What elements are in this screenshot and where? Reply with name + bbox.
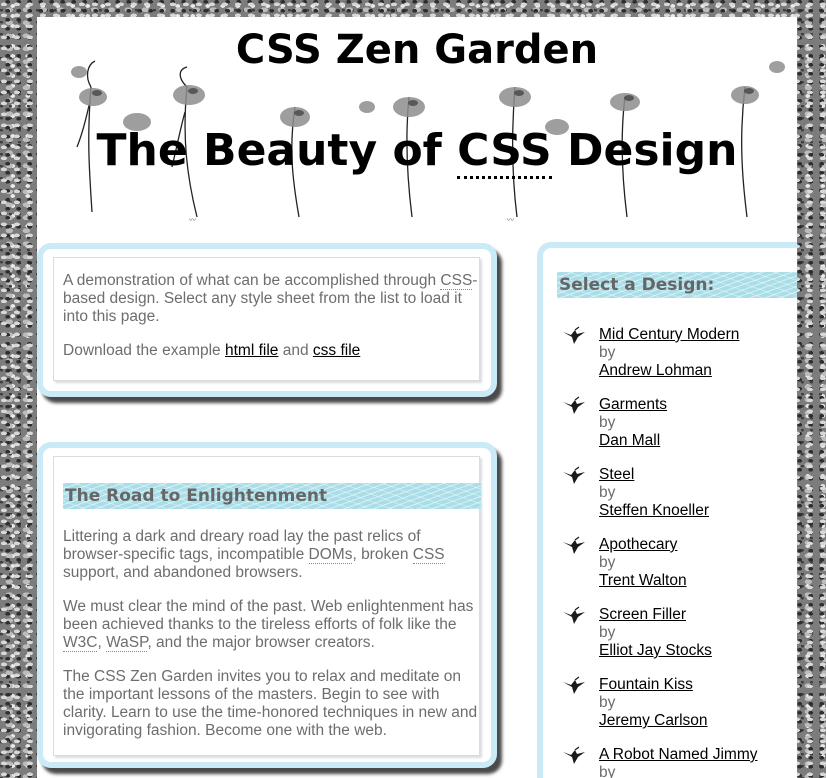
tagline-abbr: CSS xyxy=(457,125,552,179)
intro-panel: A demonstration of what can be accomplis… xyxy=(37,243,497,397)
designer-link[interactable]: Trent Walton xyxy=(599,572,687,589)
design-item: Garments by Dan Mall xyxy=(561,396,758,466)
design-item: Mid Century Modern by Andrew Lohman xyxy=(561,326,758,396)
road-p2-a: We must clear the mind of the past. Web … xyxy=(63,598,474,633)
by-label: by xyxy=(599,764,616,778)
page-header: 〰 〰 CSS Zen Garden The Beauty of CSS Des… xyxy=(37,17,797,229)
by-label: by xyxy=(599,624,616,641)
by-label: by xyxy=(599,414,616,431)
bird-icon xyxy=(563,676,585,694)
bird-icon xyxy=(563,466,585,484)
design-name-link[interactable]: Garments xyxy=(599,396,667,413)
intro-abbr: CSS xyxy=(440,272,473,290)
designer-link[interactable]: Dan Mall xyxy=(599,432,660,449)
road-heading: The Road to Enlightenment xyxy=(63,483,481,509)
bird-icon xyxy=(563,396,585,414)
bird-icon xyxy=(563,606,585,624)
svg-text:〰: 〰 xyxy=(507,216,514,224)
designer-link[interactable]: Andrew Lohman xyxy=(599,362,712,379)
tagline-prefix: The Beauty of xyxy=(96,125,458,176)
road-paragraph-3: The CSS Zen Garden invites you to relax … xyxy=(63,668,478,739)
intro-inner: A demonstration of what can be accomplis… xyxy=(53,257,480,381)
design-list: Mid Century Modern by Andrew Lohman Garment… xyxy=(561,326,758,778)
road-panel: The Road to Enlightenment Littering a da… xyxy=(37,442,497,768)
design-name-link[interactable]: Screen Filler xyxy=(599,606,686,623)
designer-link[interactable]: Steffen Knoeller xyxy=(599,502,709,519)
design-name-link[interactable]: Apothecary xyxy=(599,536,677,553)
designer-link[interactable]: Jeremy Carlson xyxy=(599,712,708,729)
intro-paragraph: A demonstration of what can be accomplis… xyxy=(63,272,483,326)
tagline-suffix: Design xyxy=(551,125,738,176)
download-middle: and xyxy=(278,342,313,359)
road-abbr-css: CSS xyxy=(412,546,445,564)
by-label: by xyxy=(599,694,616,711)
road-p1-b: , broken xyxy=(352,546,413,563)
design-item: Screen Filler by Elliot Jay Stocks xyxy=(561,606,758,676)
road-abbr-w3c: W3C xyxy=(63,634,98,652)
design-name-link[interactable]: Fountain Kiss xyxy=(599,676,693,693)
bird-icon xyxy=(563,746,585,764)
svg-text:〰: 〰 xyxy=(189,216,196,224)
design-item: Apothecary by Trent Walton xyxy=(561,536,758,606)
design-item: Fountain Kiss by Jeremy Carlson xyxy=(561,676,758,746)
page: 〰 〰 CSS Zen Garden The Beauty of CSS Des… xyxy=(37,17,797,778)
bird-icon xyxy=(563,326,585,344)
html-file-link[interactable]: html file xyxy=(225,342,278,359)
sidebar-heading: Select a Design: xyxy=(557,272,797,298)
design-item: A Robot Named Jimmy by xyxy=(561,746,758,778)
design-name-link[interactable]: Mid Century Modern xyxy=(599,326,739,343)
download-paragraph: Download the example html file and css f… xyxy=(63,342,483,360)
intro-text-a: A demonstration of what can be accomplis… xyxy=(63,272,437,289)
design-name-link[interactable]: Steel xyxy=(599,466,634,483)
road-p1-c: support, and abandoned browsers. xyxy=(63,564,303,581)
site-tagline: The Beauty of CSS Design xyxy=(37,125,797,179)
design-item: Steel by Steffen Knoeller xyxy=(561,466,758,536)
by-label: by xyxy=(599,484,616,501)
road-paragraph-2: We must clear the mind of the past. Web … xyxy=(63,598,483,652)
download-prefix: Download the example xyxy=(63,342,225,359)
css-file-link[interactable]: css file xyxy=(313,342,360,359)
site-title: CSS Zen Garden xyxy=(235,27,599,73)
design-selection-sidebar: Select a Design: Mid Century Modern by And… xyxy=(537,242,797,778)
road-abbr-wasp: WaSP xyxy=(106,634,148,652)
road-abbr-doms: DOMs xyxy=(308,546,353,564)
bird-icon xyxy=(563,536,585,554)
by-label: by xyxy=(599,554,616,571)
road-p2-b: , xyxy=(97,634,107,651)
design-name-link[interactable]: A Robot Named Jimmy xyxy=(599,746,758,763)
road-paragraph-1: Littering a dark and dreary road lay the… xyxy=(63,528,483,582)
designer-link[interactable]: Elliot Jay Stocks xyxy=(599,642,712,659)
by-label: by xyxy=(599,344,616,361)
road-p2-c: , and the major browser creators. xyxy=(147,634,375,651)
road-inner: The Road to Enlightenment Littering a da… xyxy=(53,456,483,756)
